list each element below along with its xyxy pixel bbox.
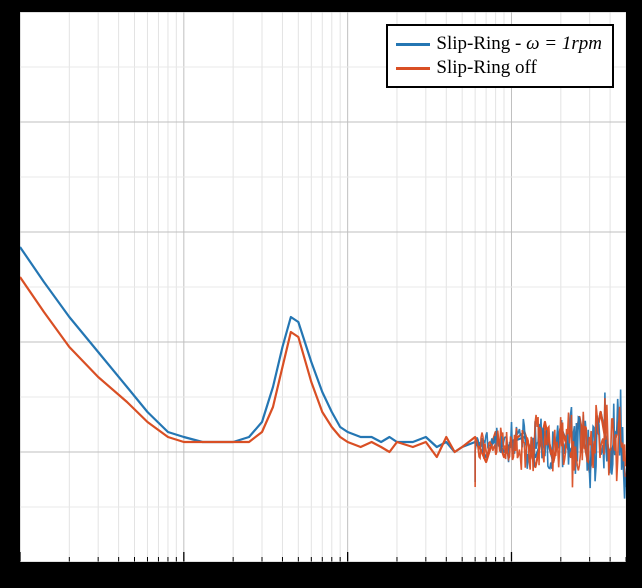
legend-label-1: Slip-Ring - ω = 1rpm xyxy=(436,32,602,56)
legend: Slip-Ring - ω = 1rpm Slip-Ring off xyxy=(386,24,614,88)
legend-swatch-orange xyxy=(396,67,430,70)
legend-swatch-blue xyxy=(396,43,430,46)
chart-frame: Slip-Ring - ω = 1rpm Slip-Ring off xyxy=(0,0,642,588)
legend-label-2: Slip-Ring off xyxy=(436,56,536,80)
legend-item-2: Slip-Ring off xyxy=(396,56,602,80)
legend-item-1: Slip-Ring - ω = 1rpm xyxy=(396,32,602,56)
chart-canvas xyxy=(20,12,626,562)
plot-area: Slip-Ring - ω = 1rpm Slip-Ring off xyxy=(18,10,628,564)
